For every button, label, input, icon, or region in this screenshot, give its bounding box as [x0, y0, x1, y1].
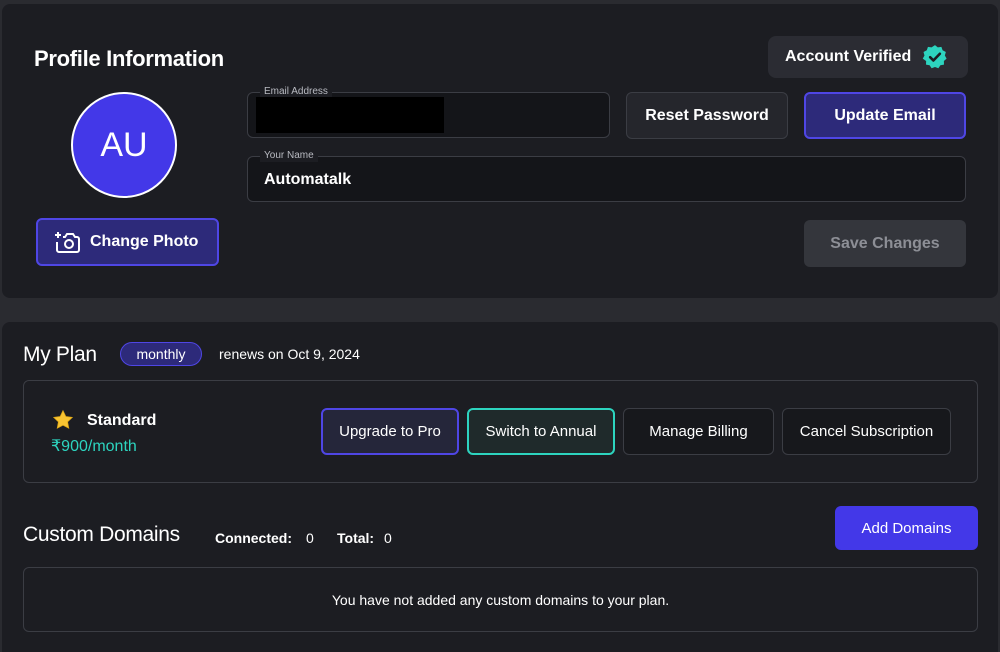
- domains-empty-state: You have not added any custom domains to…: [23, 567, 978, 632]
- billing-cycle-label: monthly: [136, 346, 186, 362]
- add-domains-button[interactable]: Add Domains: [835, 506, 978, 550]
- profile-card: Profile Information Account Verified AU …: [2, 4, 998, 298]
- billing-cycle-badge: monthly: [120, 342, 202, 366]
- reset-password-button[interactable]: Reset Password: [626, 92, 788, 139]
- domains-empty-text: You have not added any custom domains to…: [331, 591, 670, 608]
- plan-card: My Plan monthly renews on Oct 9, 2024 St…: [2, 322, 998, 652]
- renewal-text: renews on Oct 9, 2024: [219, 346, 360, 362]
- total-label: Total:: [337, 530, 375, 546]
- change-photo-button[interactable]: Change Photo: [36, 218, 219, 266]
- account-verified-badge: Account Verified: [768, 36, 968, 78]
- name-field[interactable]: Your Name Automatalk: [247, 150, 966, 202]
- manage-billing-button[interactable]: Manage Billing: [623, 408, 774, 455]
- add-camera-icon: [54, 229, 80, 255]
- cancel-subscription-button[interactable]: Cancel Subscription: [782, 408, 951, 455]
- connected-count: 0: [306, 530, 314, 546]
- total-count: 0: [384, 530, 392, 546]
- upgrade-label: Upgrade to Pro: [339, 423, 441, 440]
- cancel-subscription-label: Cancel Subscription: [799, 423, 934, 440]
- email-redaction: [256, 97, 444, 133]
- email-field[interactable]: Email Address: [247, 86, 610, 138]
- save-changes-button[interactable]: Save Changes: [804, 220, 966, 267]
- plan-name: Standard: [87, 412, 157, 429]
- manage-billing-label: Manage Billing: [649, 423, 748, 440]
- connected-label: Connected:: [215, 530, 292, 546]
- avatar: AU: [71, 92, 177, 198]
- plan-title: My Plan: [23, 343, 97, 366]
- verified-badge-icon: [922, 44, 948, 70]
- add-domains-label: Add Domains: [861, 519, 952, 537]
- custom-domains-title: Custom Domains: [23, 523, 180, 546]
- profile-title: Profile Information: [34, 46, 224, 71]
- update-email-button[interactable]: Update Email: [804, 92, 966, 139]
- switch-annual-label: Switch to Annual: [485, 423, 597, 440]
- current-plan-box: Standard ₹900/month Upgrade to Pro Switc…: [23, 380, 978, 483]
- change-photo-label: Change Photo: [90, 233, 199, 250]
- reset-password-label: Reset Password: [645, 106, 769, 124]
- save-changes-label: Save Changes: [830, 234, 940, 252]
- verified-label: Account Verified: [785, 48, 912, 65]
- star-icon: [52, 409, 74, 431]
- name-field-label: Your Name: [260, 150, 318, 162]
- plan-price: ₹900/month: [51, 438, 137, 455]
- switch-to-annual-button[interactable]: Switch to Annual: [467, 408, 615, 455]
- avatar-initials: AU: [100, 125, 148, 164]
- name-field-value: Automatalk: [264, 171, 352, 188]
- upgrade-to-pro-button[interactable]: Upgrade to Pro: [321, 408, 459, 455]
- update-email-label: Update Email: [834, 106, 936, 124]
